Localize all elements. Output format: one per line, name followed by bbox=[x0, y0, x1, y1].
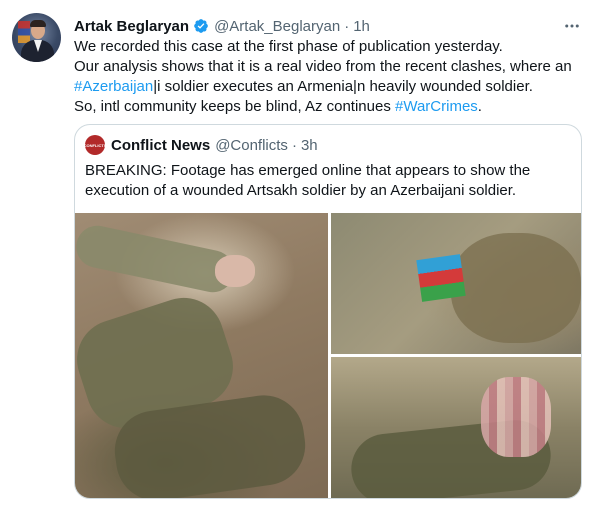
tweet-text-segment: . bbox=[477, 98, 482, 115]
tweet-text-segment: So, intl community keeps be blind, Az co… bbox=[74, 98, 396, 115]
author-name[interactable]: Artak Beglaryan bbox=[74, 18, 189, 35]
tweet-text-line: #Azerbaijan|i soldier executes an Armeni… bbox=[74, 77, 584, 97]
quoted-tweet-time[interactable]: 3h bbox=[301, 137, 318, 154]
quoted-author-avatar: CONFLICTS bbox=[84, 135, 106, 155]
image-detail bbox=[215, 255, 255, 287]
media-image-3[interactable] bbox=[331, 357, 581, 498]
quoted-tweet-header: CONFLICTS Conflict News @Conflicts · 3h bbox=[84, 135, 318, 155]
separator-dot: · bbox=[291, 136, 297, 154]
quoted-text-line: execution of a wounded Artsakh soldier b… bbox=[85, 182, 517, 199]
tweet-text-line: We recorded this case at the first phase… bbox=[74, 38, 503, 55]
verified-badge-icon bbox=[194, 19, 208, 33]
tweet-header: Artak Beglaryan @Artak_Beglaryan · 1h bbox=[74, 16, 370, 36]
media-image-1[interactable] bbox=[75, 213, 328, 498]
hashtag-link[interactable]: #WarCrimes bbox=[395, 98, 478, 115]
tweet-time[interactable]: 1h bbox=[353, 18, 370, 35]
author-avatar[interactable] bbox=[12, 13, 61, 62]
quoted-author-name[interactable]: Conflict News bbox=[111, 137, 210, 154]
avatar-flag bbox=[18, 21, 30, 43]
separator-dot: · bbox=[344, 17, 350, 35]
quoted-tweet-card[interactable]: CONFLICTS Conflict News @Conflicts · 3h … bbox=[74, 124, 582, 499]
media-image-2[interactable] bbox=[331, 213, 581, 354]
flag-image bbox=[416, 254, 466, 302]
tweet-text-line: So, intl community keeps be blind, Az co… bbox=[74, 97, 584, 117]
author-handle[interactable]: @Artak_Beglaryan bbox=[214, 18, 340, 35]
quoted-author-handle[interactable]: @Conflicts bbox=[215, 137, 288, 154]
more-options-icon[interactable] bbox=[563, 17, 581, 35]
quoted-tweet-text: BREAKING: Footage has emerged online tha… bbox=[85, 161, 575, 201]
tweet-text: We recorded this case at the first phase… bbox=[74, 37, 584, 117]
avatar-hair bbox=[30, 20, 46, 27]
hashtag-link[interactable]: #Azerbaijan bbox=[74, 78, 153, 95]
media-grid bbox=[75, 213, 581, 498]
image-detail bbox=[75, 221, 238, 297]
tweet-text-line: Our analysis shows that it is a real vid… bbox=[74, 58, 572, 75]
quoted-text-line: BREAKING: Footage has emerged online tha… bbox=[85, 162, 531, 179]
pixelated-face bbox=[481, 377, 551, 457]
tweet-text-segment: |i soldier executes an Armenia|n heavily… bbox=[153, 78, 533, 95]
image-detail bbox=[451, 233, 581, 343]
